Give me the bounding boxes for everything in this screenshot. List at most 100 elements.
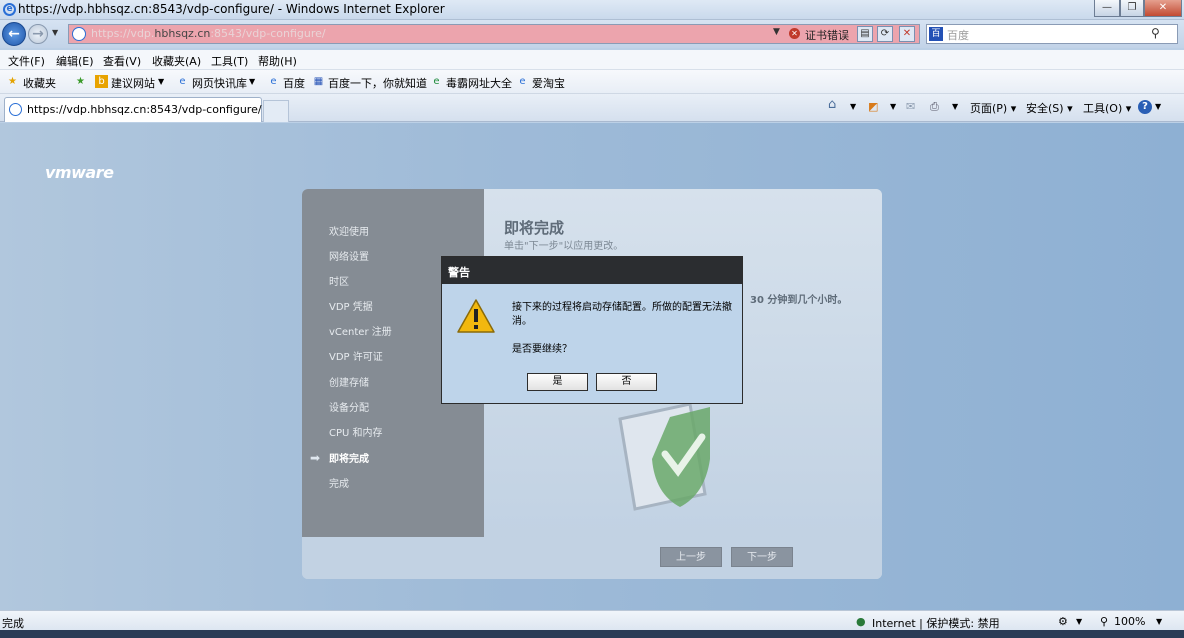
menu-favorites[interactable]: 收藏夹(A): [152, 53, 201, 69]
page-icon: [72, 27, 86, 41]
baidu-search-icon: 百: [929, 27, 943, 41]
globe-icon: ●: [856, 615, 866, 628]
ie-page-icon: e: [179, 76, 186, 87]
warning-icon: [457, 299, 495, 333]
zoom-icon: ⚲: [1100, 615, 1109, 628]
fav-duba[interactable]: 毒霸网址大全: [446, 75, 512, 91]
page-menu[interactable]: 页面(P) ▾: [970, 100, 1016, 116]
tab-title: https://vdp.hbhsqz.cn:8543/vdp-configure…: [27, 103, 262, 116]
menu-edit[interactable]: 编辑(E): [56, 53, 94, 69]
ie-page-icon: e: [270, 76, 277, 87]
favorites-button[interactable]: 收藏夹: [23, 75, 56, 91]
vmware-logo: vmware: [45, 163, 114, 182]
duration-note: 30 分钟到几个小时。: [750, 295, 848, 306]
menu-help[interactable]: 帮助(H): [258, 53, 297, 69]
cert-error-label[interactable]: 证书错误: [805, 27, 849, 43]
shield-check-icon: [618, 402, 710, 511]
page-subtitle: 单击"下一步"以应用更改。: [504, 241, 624, 252]
step-welcome[interactable]: 欢迎使用: [329, 223, 369, 238]
ie-page-icon: e: [433, 76, 440, 87]
search-box[interactable]: 百 百度 ⚲: [926, 24, 1178, 44]
ie-logo-icon: e: [3, 3, 16, 16]
zone-label[interactable]: Internet | 保护模式: 禁用: [872, 615, 1000, 631]
status-text: 完成: [2, 617, 24, 630]
address-url: https://vdp.hbhsqz.cn:8543/vdp-configure…: [91, 27, 326, 40]
status-bar: 完成 ● Internet | 保护模式: 禁用 ⚙ ▼ ⚲ 100% ▼: [0, 610, 1184, 630]
protected-mode-icon[interactable]: ⚙: [1058, 615, 1068, 628]
chevron-down-icon[interactable]: ▼: [249, 77, 255, 86]
suggested-sites-icon: b: [95, 75, 108, 88]
step-create-storage[interactable]: 创建存储: [329, 374, 369, 389]
feeds-icon[interactable]: ◩: [868, 100, 878, 113]
chevron-down-icon[interactable]: ▼: [1155, 102, 1161, 111]
dialog-question: 是否要继续？: [512, 344, 572, 355]
tools-menu[interactable]: 工具(O) ▾: [1083, 100, 1131, 116]
add-favorite-icon[interactable]: ★: [74, 75, 87, 88]
dialog-title: 警告: [442, 257, 742, 284]
fav-web-slice[interactable]: 网页快讯库: [192, 75, 247, 91]
title-bar: e https://vdp.hbhsqz.cn:8543/vdp-configu…: [0, 0, 1184, 20]
fav-aitaobao[interactable]: 爱淘宝: [532, 75, 565, 91]
compat-view-icon[interactable]: ▤: [857, 26, 873, 42]
step-cpu-memory[interactable]: CPU 和内存: [329, 424, 383, 439]
forward-button[interactable]: →: [28, 24, 48, 44]
warning-dialog: 警告 接下来的过程将启动存储配置。所做的配置无法撤消。 是否要继续？ 是 否: [441, 256, 743, 404]
step-license[interactable]: VDP 许可证: [329, 348, 383, 363]
chevron-down-icon[interactable]: ▼: [1156, 617, 1162, 626]
maximize-button[interactable]: ❐: [1120, 0, 1144, 17]
fav-baidu[interactable]: 百度: [283, 75, 305, 91]
menu-tools[interactable]: 工具(T): [211, 53, 248, 69]
next-button[interactable]: 下一步: [731, 547, 793, 567]
menu-view[interactable]: 查看(V): [103, 53, 141, 69]
menu-file[interactable]: 文件(F): [8, 53, 45, 69]
search-input[interactable]: 百度: [947, 27, 969, 43]
stop-icon[interactable]: ✕: [899, 26, 915, 42]
close-button[interactable]: ✕: [1144, 0, 1182, 17]
step-vdp-credentials[interactable]: VDP 凭据: [329, 298, 373, 313]
history-dropdown-icon[interactable]: ▼: [52, 28, 58, 37]
step-device-allocation[interactable]: 设备分配: [329, 399, 369, 414]
address-bar[interactable]: https://vdp.hbhsqz.cn:8543/vdp-configure…: [68, 24, 920, 44]
zoom-level[interactable]: 100%: [1114, 615, 1145, 628]
step-timezone[interactable]: 时区: [329, 273, 349, 288]
address-dropdown-icon[interactable]: ▼: [773, 27, 780, 37]
print-icon[interactable]: ⎙: [930, 100, 939, 114]
no-button[interactable]: 否: [596, 373, 657, 391]
chevron-down-icon[interactable]: ▼: [158, 77, 164, 86]
current-step-arrow-icon: ➡: [310, 451, 321, 465]
new-tab-button[interactable]: [263, 100, 289, 122]
back-button[interactable]: ←: [2, 22, 26, 46]
page-title: 即将完成: [504, 219, 565, 237]
step-complete[interactable]: 完成: [329, 475, 349, 490]
tab-vdp-configure[interactable]: https://vdp.hbhsqz.cn:8543/vdp-configure…: [4, 97, 262, 122]
cert-error-icon: ✕: [789, 28, 800, 39]
chevron-down-icon[interactable]: ▼: [850, 102, 856, 111]
star-icon: ★: [8, 76, 17, 87]
fav-baidu-search[interactable]: 百度一下，你就知道: [328, 75, 427, 91]
menu-bar: 文件(F) 编辑(E) 查看(V) 收藏夹(A) 工具(T) 帮助(H): [0, 50, 1184, 70]
mail-icon[interactable]: ✉: [906, 100, 915, 113]
fav-suggested-sites[interactable]: 建议网站: [111, 75, 155, 91]
help-icon[interactable]: ?: [1138, 100, 1152, 114]
refresh-icon[interactable]: ⟳: [877, 26, 893, 42]
ie-page-icon: e: [519, 76, 526, 87]
chevron-down-icon[interactable]: ▼: [952, 102, 958, 111]
step-network[interactable]: 网络设置: [329, 248, 369, 263]
safety-menu[interactable]: 安全(S) ▾: [1026, 100, 1073, 116]
chevron-down-icon[interactable]: ▼: [890, 102, 896, 111]
baidu-icon: ▦: [313, 76, 324, 87]
prev-button[interactable]: 上一步: [660, 547, 722, 567]
search-icon[interactable]: ⚲: [1151, 26, 1160, 40]
minimize-button[interactable]: —: [1094, 0, 1120, 17]
yes-button[interactable]: 是: [527, 373, 588, 391]
step-ready[interactable]: 即将完成: [329, 450, 369, 465]
home-icon[interactable]: ⌂: [828, 97, 836, 112]
tab-bar: https://vdp.hbhsqz.cn:8543/vdp-configure…: [0, 94, 1184, 122]
step-vcenter[interactable]: vCenter 注册: [329, 323, 392, 338]
wizard-footer: [302, 537, 882, 579]
window-title: https://vdp.hbhsqz.cn:8543/vdp-configure…: [18, 2, 445, 16]
favorites-bar: ★ 收藏夹 ★ b 建议网站 ▼ e 网页快讯库 ▼ e 百度 ▦ 百度一下，你…: [0, 70, 1184, 94]
page-icon: [9, 103, 22, 116]
chevron-down-icon[interactable]: ▼: [1076, 617, 1082, 626]
dialog-message: 接下来的过程将启动存储配置。所做的配置无法撤消。: [512, 302, 732, 327]
